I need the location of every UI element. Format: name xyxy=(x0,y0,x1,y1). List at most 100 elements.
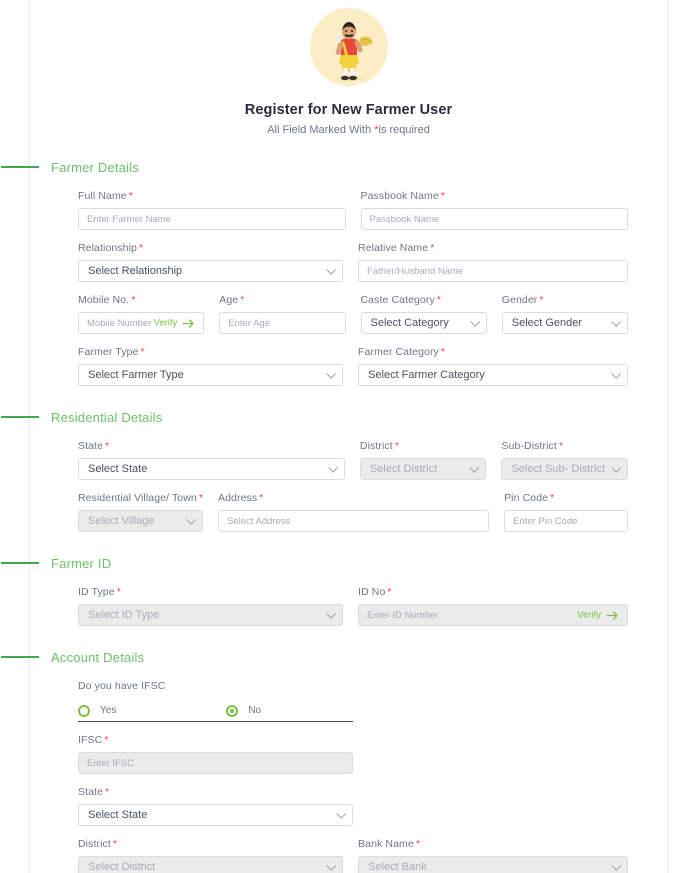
select-bank-name: Select Bank xyxy=(358,856,628,873)
selected-value: Select ID Type xyxy=(88,609,160,621)
required-asterisk: * xyxy=(131,294,136,306)
label-text: Relative Name xyxy=(358,242,429,254)
radio-option-yes[interactable]: Yes xyxy=(78,704,116,717)
label-mobile-no: Mobile No. * xyxy=(78,294,204,306)
chevron-down-icon[interactable] xyxy=(186,514,197,525)
section-farmer-details: Farmer Details Full Name * Enter Farmer Nam… xyxy=(1,158,667,386)
field-group-farmer-type: Farmer Type * Select Farmer Type xyxy=(78,346,344,386)
section-header: Account Details xyxy=(1,648,667,666)
select-residential-sub-district: Select Sub- District xyxy=(501,458,629,480)
chevron-down-icon[interactable] xyxy=(611,316,622,327)
select-residential-village: Select Village xyxy=(78,510,203,532)
selected-value: Select Village xyxy=(88,515,155,527)
section-header: Farmer Details xyxy=(1,158,667,176)
required-asterisk: * xyxy=(550,492,555,504)
required-asterisk: * xyxy=(387,586,392,598)
chevron-down-icon[interactable] xyxy=(326,608,337,619)
farmer-avatar-icon xyxy=(309,8,388,86)
selected-value: Select Relationship xyxy=(88,265,183,277)
radio-option-label: No xyxy=(248,705,262,716)
select-caste-category[interactable]: Select Category xyxy=(360,312,487,334)
required-asterisk: * xyxy=(128,190,133,202)
label-text: Farmer Type xyxy=(78,346,139,358)
radio-indicator-icon[interactable] xyxy=(78,704,90,717)
label-text: Full Name xyxy=(78,190,127,202)
placeholder-text: Enter Farmer Name xyxy=(87,213,171,225)
field-group-relative-name: Relative Name * Father/Husband Name xyxy=(358,242,628,282)
field-group-caste-category: Caste Category * Select Category xyxy=(360,294,487,334)
input-full-name[interactable]: Enter Farmer Name xyxy=(78,208,346,230)
selected-value: Select District xyxy=(369,463,438,475)
select-gender[interactable]: Select Gender xyxy=(501,312,628,334)
field-group-account-state: State * Select State xyxy=(78,786,353,826)
section-header: Farmer ID xyxy=(1,554,667,572)
label-residential-village: Residential Village/ Town * xyxy=(78,492,203,504)
section-body: Do you have IFSC Yes No IFSC * Enter IFSC Stat… xyxy=(30,680,667,873)
select-farmer-category[interactable]: Select Farmer Category xyxy=(358,364,628,386)
chevron-down-icon[interactable] xyxy=(326,368,337,379)
input-mobile-no[interactable]: Mobile Number Verify xyxy=(78,312,205,334)
required-asterisk: * xyxy=(139,242,144,254)
page-title: Register for New Farmer User xyxy=(244,102,453,118)
verify-button-mobile-no[interactable]: Verify xyxy=(153,318,195,329)
label-text: Age xyxy=(219,294,239,306)
chevron-down-icon[interactable] xyxy=(611,368,622,379)
chevron-down-icon[interactable] xyxy=(611,462,622,473)
field-group-farmer-category: Farmer Category * Select Farmer Category xyxy=(358,346,628,386)
chevron-down-icon[interactable] xyxy=(326,264,337,275)
chevron-down-icon[interactable] xyxy=(469,462,480,473)
label-residential-state: State * xyxy=(78,440,345,452)
input-residential-address[interactable]: Select Address xyxy=(218,510,490,532)
chevron-down-icon[interactable] xyxy=(328,462,339,473)
select-account-state[interactable]: Select State xyxy=(78,804,353,826)
label-text: Gender xyxy=(501,294,538,306)
input-relative-name[interactable]: Father/Husband Name xyxy=(358,260,628,282)
label-text: Pin Code xyxy=(504,492,549,504)
section-residential-details: Residential Details State * Select State Dis… xyxy=(1,408,667,532)
radio-option-no[interactable]: No xyxy=(226,704,262,717)
field-group-residential-district: District * Select District xyxy=(359,440,487,480)
label-text: Sub-District xyxy=(501,440,557,452)
chevron-down-icon[interactable] xyxy=(611,860,622,871)
label-account-state: State * xyxy=(78,786,353,798)
chevron-down-icon[interactable] xyxy=(470,316,480,327)
label-text: Mobile No. xyxy=(78,294,130,306)
selected-value: Select Farmer Category xyxy=(368,369,485,381)
radio-group-has-ifsc: Do you have IFSC Yes No xyxy=(78,680,643,722)
form-row: State * Select State xyxy=(78,786,643,826)
select-residential-state[interactable]: Select State xyxy=(78,458,345,480)
selected-value: Select Category xyxy=(370,317,449,329)
chevron-down-icon[interactable] xyxy=(336,808,347,819)
label-text: State xyxy=(78,440,104,452)
required-asterisk: * xyxy=(436,294,442,306)
form-row: Farmer Type * Select Farmer Type Farmer Cat… xyxy=(78,346,643,386)
required-asterisk: * xyxy=(259,492,264,504)
required-asterisk: * xyxy=(104,734,109,746)
selected-value: Select State xyxy=(88,463,148,475)
field-group-residential-state: State * Select State xyxy=(78,440,345,480)
label-residential-address: Address * xyxy=(218,492,489,504)
field-group-pin-code: Pin Code * Enter Pin Code xyxy=(504,492,628,532)
field-group-account-district: District * Select District xyxy=(78,838,344,873)
input-age[interactable]: Enter Age xyxy=(219,312,346,334)
select-relationship[interactable]: Select Relationship xyxy=(78,260,344,282)
verify-button-id-no[interactable]: Verify xyxy=(577,610,619,621)
input-passbook-name[interactable]: Passbook Name xyxy=(360,208,628,230)
required-asterisk: * xyxy=(112,838,118,850)
field-group-gender: Gender * Select Gender xyxy=(501,294,628,334)
placeholder-text: Passbook Name xyxy=(369,213,440,225)
label-text: Passbook Name xyxy=(360,190,439,202)
label-passbook-name: Passbook Name * xyxy=(361,190,629,202)
label-caste-category: Caste Category * xyxy=(361,294,487,306)
subtitle-post: is required xyxy=(378,124,430,136)
chevron-down-icon[interactable] xyxy=(326,860,337,871)
field-group-residential-address: Address * Select Address xyxy=(218,492,490,532)
section-account-details: Account Details Do you have IFSC Yes No IFSC… xyxy=(1,648,667,873)
field-group-ifsc: IFSC * Enter IFSC xyxy=(78,734,353,774)
select-farmer-type[interactable]: Select Farmer Type xyxy=(78,364,344,386)
selected-value: Select Bank xyxy=(368,861,427,873)
radio-indicator-icon[interactable] xyxy=(226,704,239,717)
input-pin-code[interactable]: Enter Pin Code xyxy=(504,510,628,532)
form-row: Full Name * Enter Farmer Name Passbook Name… xyxy=(78,190,643,230)
required-asterisk: * xyxy=(415,838,420,850)
